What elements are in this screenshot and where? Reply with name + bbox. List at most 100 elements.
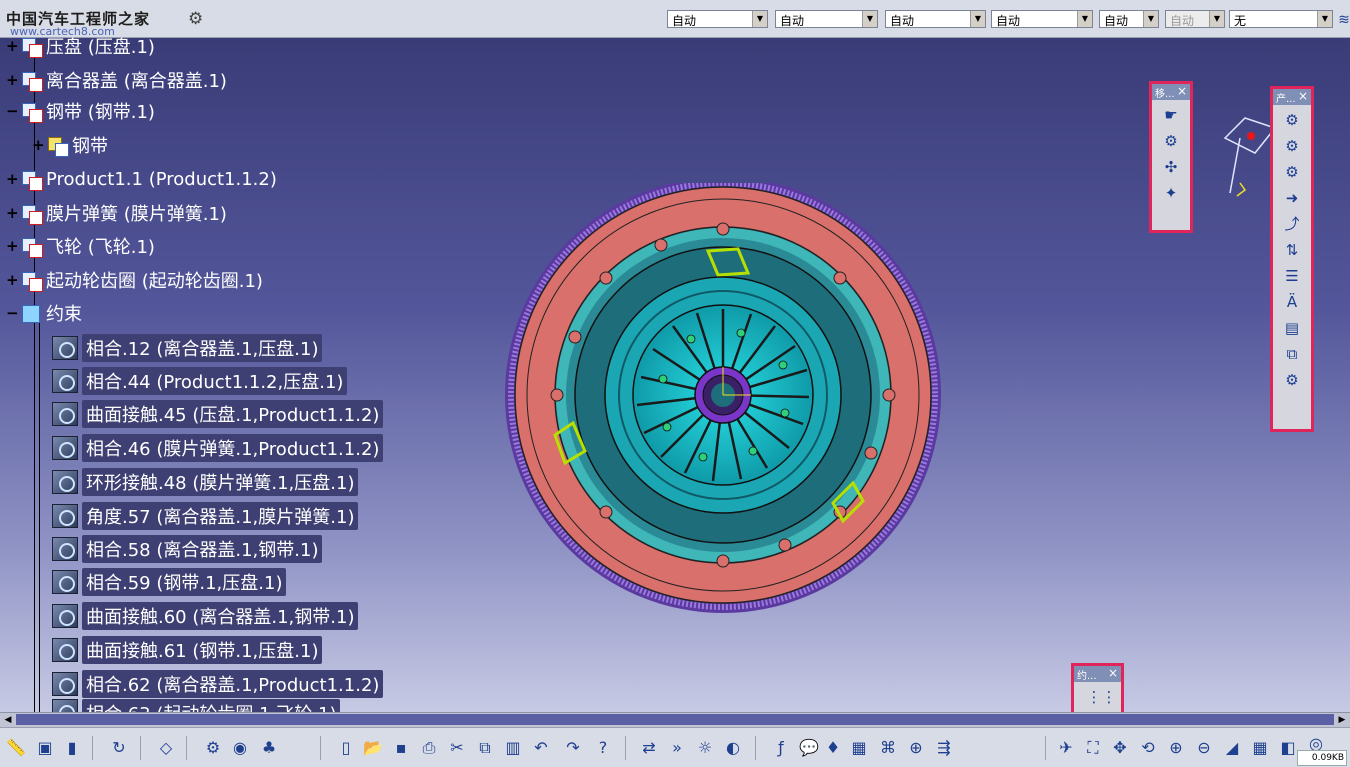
line-thickness-combo[interactable]: 自动 ▼ bbox=[885, 10, 986, 28]
parameter-icon[interactable]: ♦ bbox=[822, 737, 844, 759]
constraint-item[interactable]: 曲面接触.45 (压盘.1,Product1.1.2) bbox=[52, 399, 384, 429]
expand-icon[interactable]: + bbox=[6, 272, 19, 287]
tree-node[interactable]: + 离合器盖 (离合器盖.1) bbox=[6, 65, 227, 95]
print-icon[interactable]: ⎙ bbox=[418, 737, 440, 759]
redo-icon[interactable]: ↷ bbox=[562, 737, 584, 759]
rendering-icon[interactable]: ♣ bbox=[258, 737, 280, 759]
tree-node-label[interactable]: Product1.1 (Product1.1.2) bbox=[46, 169, 277, 190]
new-part-icon[interactable]: ⚙ bbox=[1281, 161, 1303, 183]
tree-node-label[interactable]: 起动轮齿圈 (起动轮齿圈.1) bbox=[46, 267, 263, 293]
layer-combo[interactable]: 无 ▼ bbox=[1229, 10, 1333, 28]
tree-node[interactable]: + 起动轮齿圈 (起动轮齿圈.1) bbox=[6, 265, 263, 295]
generate-numbering-icon[interactable]: ☰ bbox=[1281, 265, 1303, 287]
constraint-label[interactable]: 环形接触.48 (膜片弹簧.1,压盘.1) bbox=[82, 468, 359, 496]
line-type-combo[interactable]: 自动 ▼ bbox=[991, 10, 1093, 28]
cut-icon[interactable]: ✂ bbox=[446, 737, 468, 759]
tree-node-label[interactable]: 飞轮 (飞轮.1) bbox=[46, 233, 155, 259]
chevron-down-icon[interactable]: ▼ bbox=[862, 11, 877, 27]
fit-all-icon[interactable]: ⛶ bbox=[1082, 737, 1104, 759]
tree-node[interactable]: − 钢带 (钢带.1) bbox=[6, 96, 155, 126]
chevron-down-icon[interactable]: ▼ bbox=[752, 11, 767, 27]
constraint-item[interactable]: 曲面接触.60 (离合器盖.1,钢带.1) bbox=[52, 601, 359, 631]
tree-node-constraints[interactable]: − 约束 bbox=[6, 298, 82, 328]
constraint-item[interactable]: 环形接触.48 (膜片弹簧.1,压盘.1) bbox=[52, 467, 359, 497]
move-toolbar[interactable]: 移... × ☛ ⚙ ✣ ✦ bbox=[1149, 81, 1193, 233]
scroll-left-icon[interactable]: ◀ bbox=[1, 713, 15, 727]
constraint-label[interactable]: 相合.59 (钢带.1,压盘.1) bbox=[82, 568, 287, 596]
specification-tree[interactable]: + 压盘 (压盘.1) + 离合器盖 (离合器盖.1) − 钢带 (钢带.1) … bbox=[0, 37, 400, 712]
tree-node-label[interactable]: 约束 bbox=[46, 300, 82, 326]
constraint-list-icon[interactable]: ⋮⋮ bbox=[1087, 686, 1117, 708]
comment-icon[interactable]: 💬 bbox=[798, 737, 820, 759]
gear-icon[interactable]: ⚙ bbox=[188, 9, 203, 29]
constraint-item[interactable]: 相合.63 (起动轮齿圈.1,飞轮.1) bbox=[52, 699, 341, 712]
color-combo[interactable]: 自动 ▼ bbox=[667, 10, 768, 28]
new-doc-icon[interactable]: ▯ bbox=[335, 737, 357, 759]
point-symbol-combo[interactable]: 自动 ▼ bbox=[1099, 10, 1159, 28]
tree-node[interactable]: + 膜片弹簧 (膜片弹簧.1) bbox=[6, 198, 227, 228]
view-mode-icon[interactable]: ◧ bbox=[1277, 737, 1299, 759]
snap-icon[interactable]: ⚙ bbox=[1160, 130, 1182, 152]
new-product-icon[interactable]: ⚙ bbox=[1281, 135, 1303, 157]
rotate-icon[interactable]: ⟲ bbox=[1137, 737, 1159, 759]
transparency-combo[interactable]: 自动 ▼ bbox=[775, 10, 878, 28]
undo-icon[interactable]: ↶ bbox=[530, 737, 552, 759]
scroll-right-icon[interactable]: ▶ bbox=[1335, 713, 1349, 727]
expand-icon[interactable]: » bbox=[666, 737, 688, 759]
normal-view-icon[interactable]: ◢ bbox=[1221, 737, 1243, 759]
sketch-icon[interactable]: ◇ bbox=[155, 737, 177, 759]
table-icon[interactable]: ▦ bbox=[848, 737, 870, 759]
close-icon[interactable]: × bbox=[1298, 89, 1308, 103]
iso-view-icon[interactable]: ▦ bbox=[1249, 737, 1271, 759]
close-icon[interactable]: × bbox=[1108, 666, 1118, 680]
constraint-item[interactable]: 相合.59 (钢带.1,压盘.1) bbox=[52, 567, 287, 597]
chevron-down-icon[interactable]: ▼ bbox=[1143, 11, 1158, 27]
refresh-icon[interactable]: ↻ bbox=[108, 737, 130, 759]
expand-icon[interactable]: + bbox=[6, 238, 19, 253]
tree-node[interactable]: + 飞轮 (飞轮.1) bbox=[6, 231, 155, 261]
tree-node-label[interactable]: 钢带 (钢带.1) bbox=[46, 98, 155, 124]
manage-representations-icon[interactable]: ▤ bbox=[1281, 317, 1303, 339]
pan-icon[interactable]: ✥ bbox=[1109, 737, 1131, 759]
tree-node-label[interactable]: 压盘 (压盘.1) bbox=[46, 33, 155, 59]
expand-icon[interactable]: + bbox=[32, 137, 45, 152]
whats-this-icon[interactable]: ? bbox=[592, 737, 614, 759]
graph-icon[interactable]: ⌘ bbox=[877, 737, 899, 759]
layer-properties-icon[interactable]: ≋ bbox=[1333, 9, 1350, 31]
tree-node[interactable]: + 钢带 bbox=[32, 130, 108, 160]
constraint-label[interactable]: 相合.63 (起动轮齿圈.1,飞轮.1) bbox=[82, 699, 341, 712]
expand-icon[interactable]: + bbox=[6, 205, 19, 220]
collapse-icon[interactable]: − bbox=[6, 305, 19, 320]
close-icon[interactable]: × bbox=[1177, 84, 1187, 98]
constraint-label[interactable]: 曲面接触.45 (压盘.1,Product1.1.2) bbox=[82, 400, 384, 428]
constraint-label[interactable]: 相合.46 (膜片弹簧.1,Product1.1.2) bbox=[82, 434, 384, 462]
constraint-label[interactable]: 相合.44 (Product1.1.2,压盘.1) bbox=[82, 367, 348, 395]
scrollbar-thumb[interactable] bbox=[16, 714, 1334, 725]
constraint-item[interactable]: 相合.46 (膜片弹簧.1,Product1.1.2) bbox=[52, 433, 384, 463]
manipulate-icon[interactable]: ☛ bbox=[1160, 104, 1182, 126]
constraint-item[interactable]: 相合.62 (离合器盖.1,Product1.1.2) bbox=[52, 669, 384, 699]
zoom-in-icon[interactable]: ⊕ bbox=[1165, 737, 1187, 759]
zoom-out-icon[interactable]: ⊖ bbox=[1193, 737, 1215, 759]
tree-node-label[interactable]: 膜片弹簧 (膜片弹簧.1) bbox=[46, 200, 227, 226]
chevron-down-icon[interactable]: ▼ bbox=[1077, 11, 1092, 27]
fast-multi-instantiation-icon[interactable]: ⚙ bbox=[1281, 369, 1303, 391]
expand-icon[interactable]: + bbox=[6, 171, 19, 186]
horizontal-scrollbar[interactable]: ◀ ▶ bbox=[0, 712, 1350, 727]
tree-node-label[interactable]: 钢带 bbox=[72, 132, 108, 158]
multi-instantiation-icon[interactable]: ⧉ bbox=[1281, 343, 1303, 365]
product-structure-toolbar[interactable]: 产... × ⚙ ⚙ ⚙ ➜ ⤴ ⇅ ☰ Ä ▤ ⧉ ⚙ bbox=[1270, 86, 1314, 432]
fly-icon[interactable]: ✈ bbox=[1055, 737, 1077, 759]
tree-node-label[interactable]: 离合器盖 (离合器盖.1) bbox=[46, 67, 227, 93]
relation-icon[interactable]: ⇶ bbox=[933, 737, 955, 759]
chevron-down-icon[interactable]: ▼ bbox=[970, 11, 985, 27]
constraint-label[interactable]: 相合.12 (离合器盖.1,压盘.1) bbox=[82, 334, 323, 362]
material-icon[interactable]: ◉ bbox=[229, 737, 251, 759]
constraint-label[interactable]: 相合.58 (离合器盖.1,钢带.1) bbox=[82, 535, 323, 563]
constraint-item[interactable]: 相合.44 (Product1.1.2,压盘.1) bbox=[52, 366, 348, 396]
constraint-item[interactable]: 相合.58 (离合器盖.1,钢带.1) bbox=[52, 534, 323, 564]
explode-icon[interactable]: ✣ bbox=[1160, 156, 1182, 178]
existing-component-icon[interactable]: ➜ bbox=[1281, 187, 1303, 209]
light-icon[interactable]: ☼ bbox=[694, 737, 716, 759]
clash-icon[interactable]: ✦ bbox=[1160, 182, 1182, 204]
